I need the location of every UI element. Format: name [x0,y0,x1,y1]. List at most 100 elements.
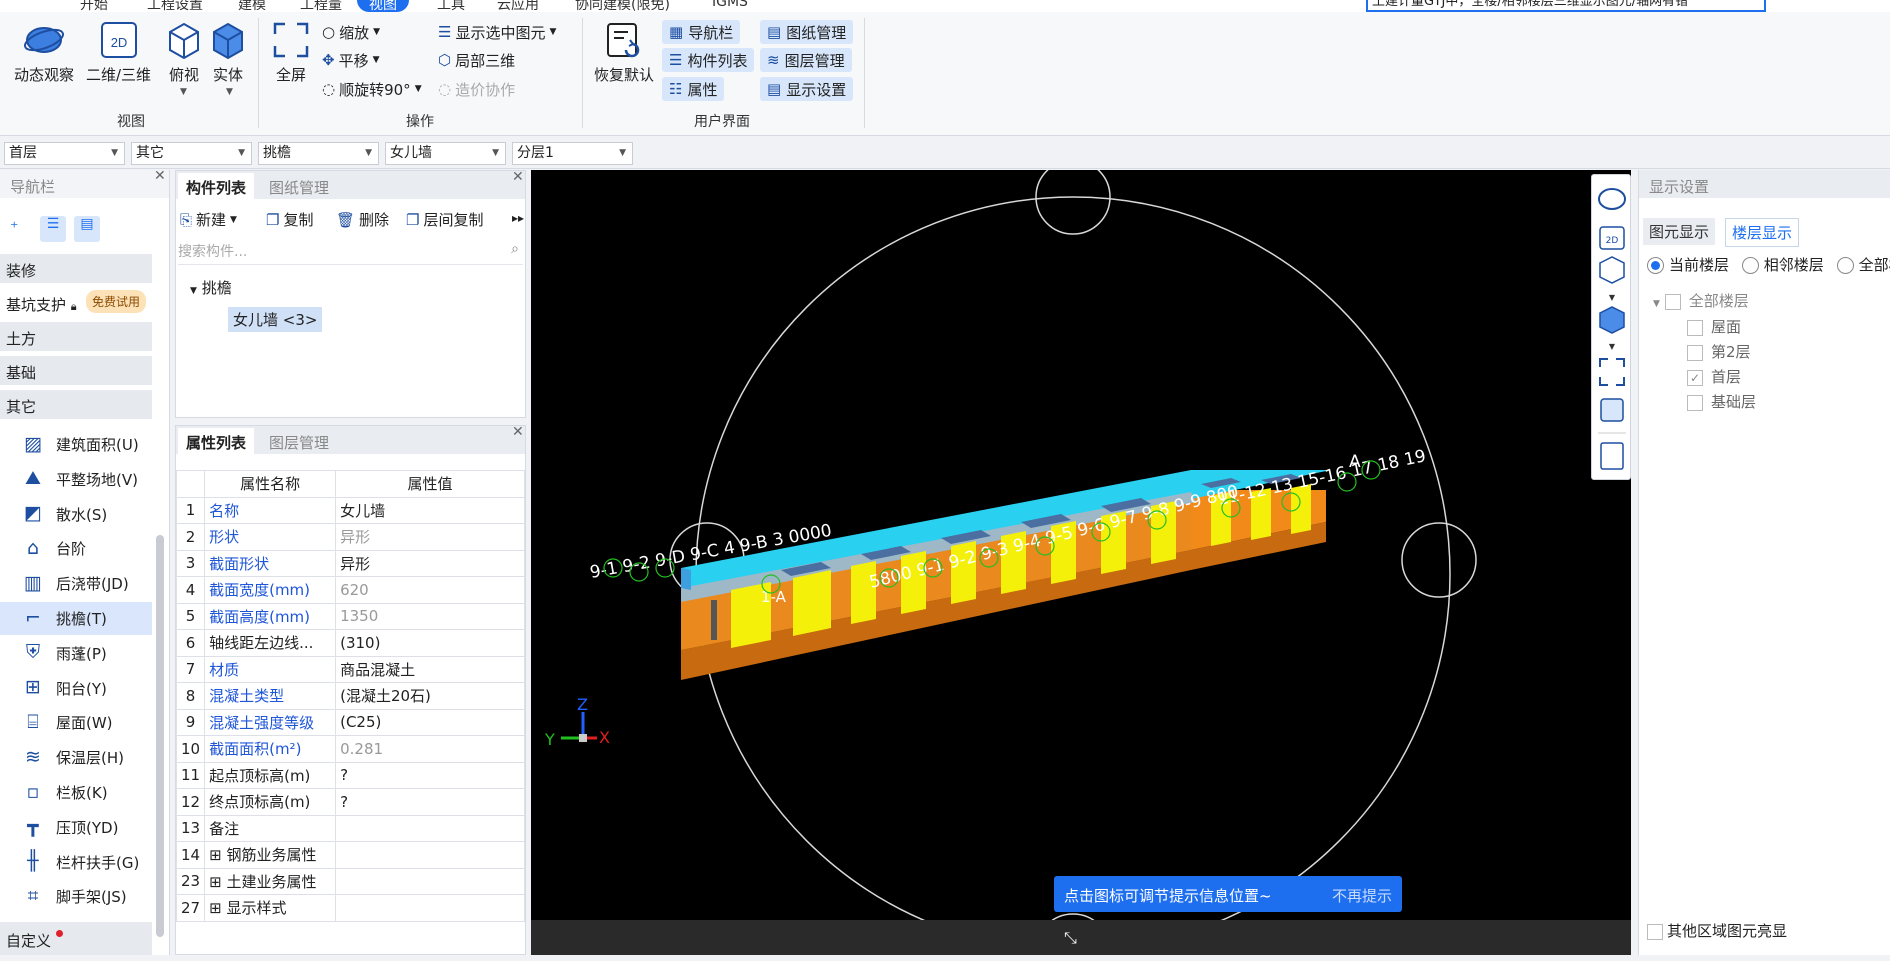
cube-solid-icon[interactable] [1599,306,1625,334]
nav-item-8[interactable]: ⌸ 屋面(W) [0,706,152,739]
floor-copy-button[interactable]: ❐ 层间复制 [406,209,483,230]
local-3d-button[interactable]: ⬡ 局部三维 [438,48,515,72]
expand-icon[interactable]: ⊞ [209,873,226,891]
cat-decoration[interactable]: 装修 [0,254,152,283]
nav-item-3[interactable]: ⌂ 台阶 [0,532,152,565]
checkbox[interactable] [1687,394,1703,411]
table-row[interactable]: 9 混凝土强度等级 (C25) [176,708,525,736]
tree-root-all-floors[interactable]: ▼ 全部楼层 [1653,290,1749,311]
table-row[interactable]: 23 ⊞ 土建业务属性 [176,867,525,895]
cost-collab-button[interactable]: ◌ 造价协作 [438,77,515,101]
component-select[interactable]: 女儿墙 ▼ [385,142,506,165]
nav-item-9[interactable]: ≋ 保温层(H) [0,741,152,774]
nav-item-7[interactable]: ⊞ 阳台(Y) [0,672,152,705]
checkbox[interactable] [1687,344,1703,361]
menu-project-settings[interactable]: 工程设置 [147,0,203,12]
table-row[interactable]: 7 材质 商品混凝土 [176,655,525,683]
tab-layer-management[interactable]: 图层管理 [261,428,337,454]
table-row[interactable]: 6 轴线距左边线... (310) [176,629,525,657]
sublayer-select[interactable]: 分层1 ▼ [512,142,633,165]
property-value[interactable]: 女儿墙 [335,496,525,524]
tab-drawing-management[interactable]: 图纸管理 [261,173,337,199]
list-view-icon[interactable]: ☰ [40,216,66,242]
display-settings-toggle-button[interactable]: ▤ 显示设置 [760,77,854,101]
nav-item-6[interactable]: ⛨ 雨蓬(P) [0,637,152,670]
resize-handle-icon[interactable]: ⤡ [1064,928,1077,948]
show-selected-button[interactable]: ☰ 显示选中图元 ▼ [438,20,556,44]
nav-item-10[interactable]: ▫ 栏板(K) [0,776,152,809]
search-icon[interactable]: ⌕ [511,241,519,257]
tree-node-parapet[interactable]: 女儿墙 <3> [228,307,323,332]
nav-item-0[interactable]: ▨ 建筑面积(U) [0,428,152,461]
chevron-down-icon[interactable]: ▼ [180,87,187,97]
zoom-button[interactable]: ○ 缩放 ▼ [322,20,380,44]
table-row[interactable]: 14 ⊞ 钢筋业务属性 [176,841,525,869]
copy-component-button[interactable]: ❐ 复制 [266,209,313,230]
category-select[interactable]: 其它 ▼ [131,142,252,165]
checkbox[interactable] [1664,293,1681,310]
menu-quantities[interactable]: 工程量 [300,0,342,12]
fullscreen-button[interactable]: 全屏 [271,20,311,85]
nav-item-2[interactable]: ◩ 散水(S) [0,498,152,531]
nav-item-12[interactable]: ╫ 栏杆扶手(G) [0,846,152,879]
nav-item-4[interactable]: ▥ 后浇带(JD) [0,567,152,600]
property-value[interactable]: 商品混凝土 [335,655,525,683]
checkbox[interactable]: ✓ [1687,369,1703,386]
chevron-down-icon[interactable]: ▼ [1609,342,1616,351]
nav-item-5[interactable]: ⌐ 挑檐(T) [0,602,152,635]
table-row[interactable]: 5 截面高度(mm) 1350 [176,602,525,630]
property-value[interactable]: ? [335,788,525,816]
table-row[interactable]: 11 起点顶标高(m)? [176,761,525,789]
tab-component-list[interactable]: 构件列表 [178,173,255,199]
property-value[interactable]: 0.281 [335,735,525,763]
radio-current-floor[interactable]: 当前楼层 [1647,256,1729,274]
expand-icon[interactable]: ⊞ [209,899,226,917]
orbit-handle-right[interactable] [1401,522,1477,598]
tab-floor-display[interactable]: 楼层显示 [1725,218,1800,247]
menu-tools[interactable]: 工具 [437,0,465,12]
orbit-handle-top[interactable] [1035,170,1111,235]
navbar-toggle-button[interactable]: ▦ 导航栏 [662,20,741,44]
menu-cloud[interactable]: 云应用 [497,0,539,12]
property-value[interactable]: (混凝土20石) [335,682,525,710]
nav-item-11[interactable]: ┳ 压顶(YD) [0,811,152,844]
cat-earthwork[interactable]: 土方 [0,322,152,351]
tree-node-eave[interactable]: ▼ 挑檐 [190,277,232,298]
cat-pit-support[interactable]: 基坑支护 🔒︎ 免费试用 [0,288,152,317]
table-row[interactable]: 12 终点顶标高(m)? [176,788,525,816]
restore-default-button[interactable]: 恢复默认 [594,20,654,85]
fullscreen-icon[interactable] [1599,358,1625,386]
global-search-input[interactable]: 土建计量GTJ中，全楼/相邻楼层三维显示图元/轴网有错 [1366,0,1766,12]
table-row[interactable]: 27 ⊞ 显示样式 [176,894,525,922]
more-icon[interactable]: ▸▸ [512,211,524,225]
property-value[interactable]: ? [335,761,525,789]
solid-button[interactable]: 实体 [208,20,248,85]
display-settings-icon[interactable] [1600,442,1624,470]
table-row[interactable]: 10 截面面积(m²) 0.281 [176,735,525,763]
pin-icon[interactable]: ⁺ [10,218,18,237]
property-value[interactable] [335,841,525,869]
3d-scene[interactable]: 9-1 9-2 9-D 9-C 4 9-B 3 0000 5800 9-1 9-… [531,170,1631,953]
property-value[interactable] [335,814,525,842]
table-row[interactable]: 8 混凝土类型 (混凝土20石) [176,682,525,710]
tab-property-list[interactable]: 属性列表 [178,428,255,454]
tab-element-display[interactable]: 图元显示 [1643,218,1716,245]
menu-collab[interactable]: 协同建模(限免) [575,0,670,12]
menu-igms[interactable]: IGMS [712,0,748,10]
3d-viewport[interactable]: 9-1 9-2 9-D 9-C 4 9-B 3 0000 5800 9-1 9-… [531,170,1631,953]
orbit-button[interactable]: 动态观察 [14,20,74,85]
radio-all-floors[interactable]: 全部楼层 [1836,256,1890,274]
radio-adjacent-floor[interactable]: 相邻楼层 [1741,256,1824,274]
top-view-button[interactable]: 俯视 [164,20,204,85]
table-row[interactable]: 4 截面宽度(mm) 620 [176,576,525,604]
component-list-toggle-button[interactable]: ☰ 构件列表 [662,48,755,72]
nav-item-1[interactable]: ⛰ 平整场地(V) [0,463,152,496]
toggle-2d-3d-button[interactable]: 2D 二维/三维 [86,20,151,85]
rotate-90-button[interactable]: ◌ 顺旋转90° ▼ [322,77,422,101]
cube-top-icon[interactable] [1599,256,1625,284]
menu-view[interactable]: 视图 [357,0,409,12]
menu-modeling[interactable]: 建模 [238,0,266,12]
pan-button[interactable]: ✥ 平移 ▼ [322,48,380,72]
property-value[interactable] [335,867,525,895]
other-region-highlight-option[interactable]: 其他区域图元亮显 [1647,920,1787,941]
